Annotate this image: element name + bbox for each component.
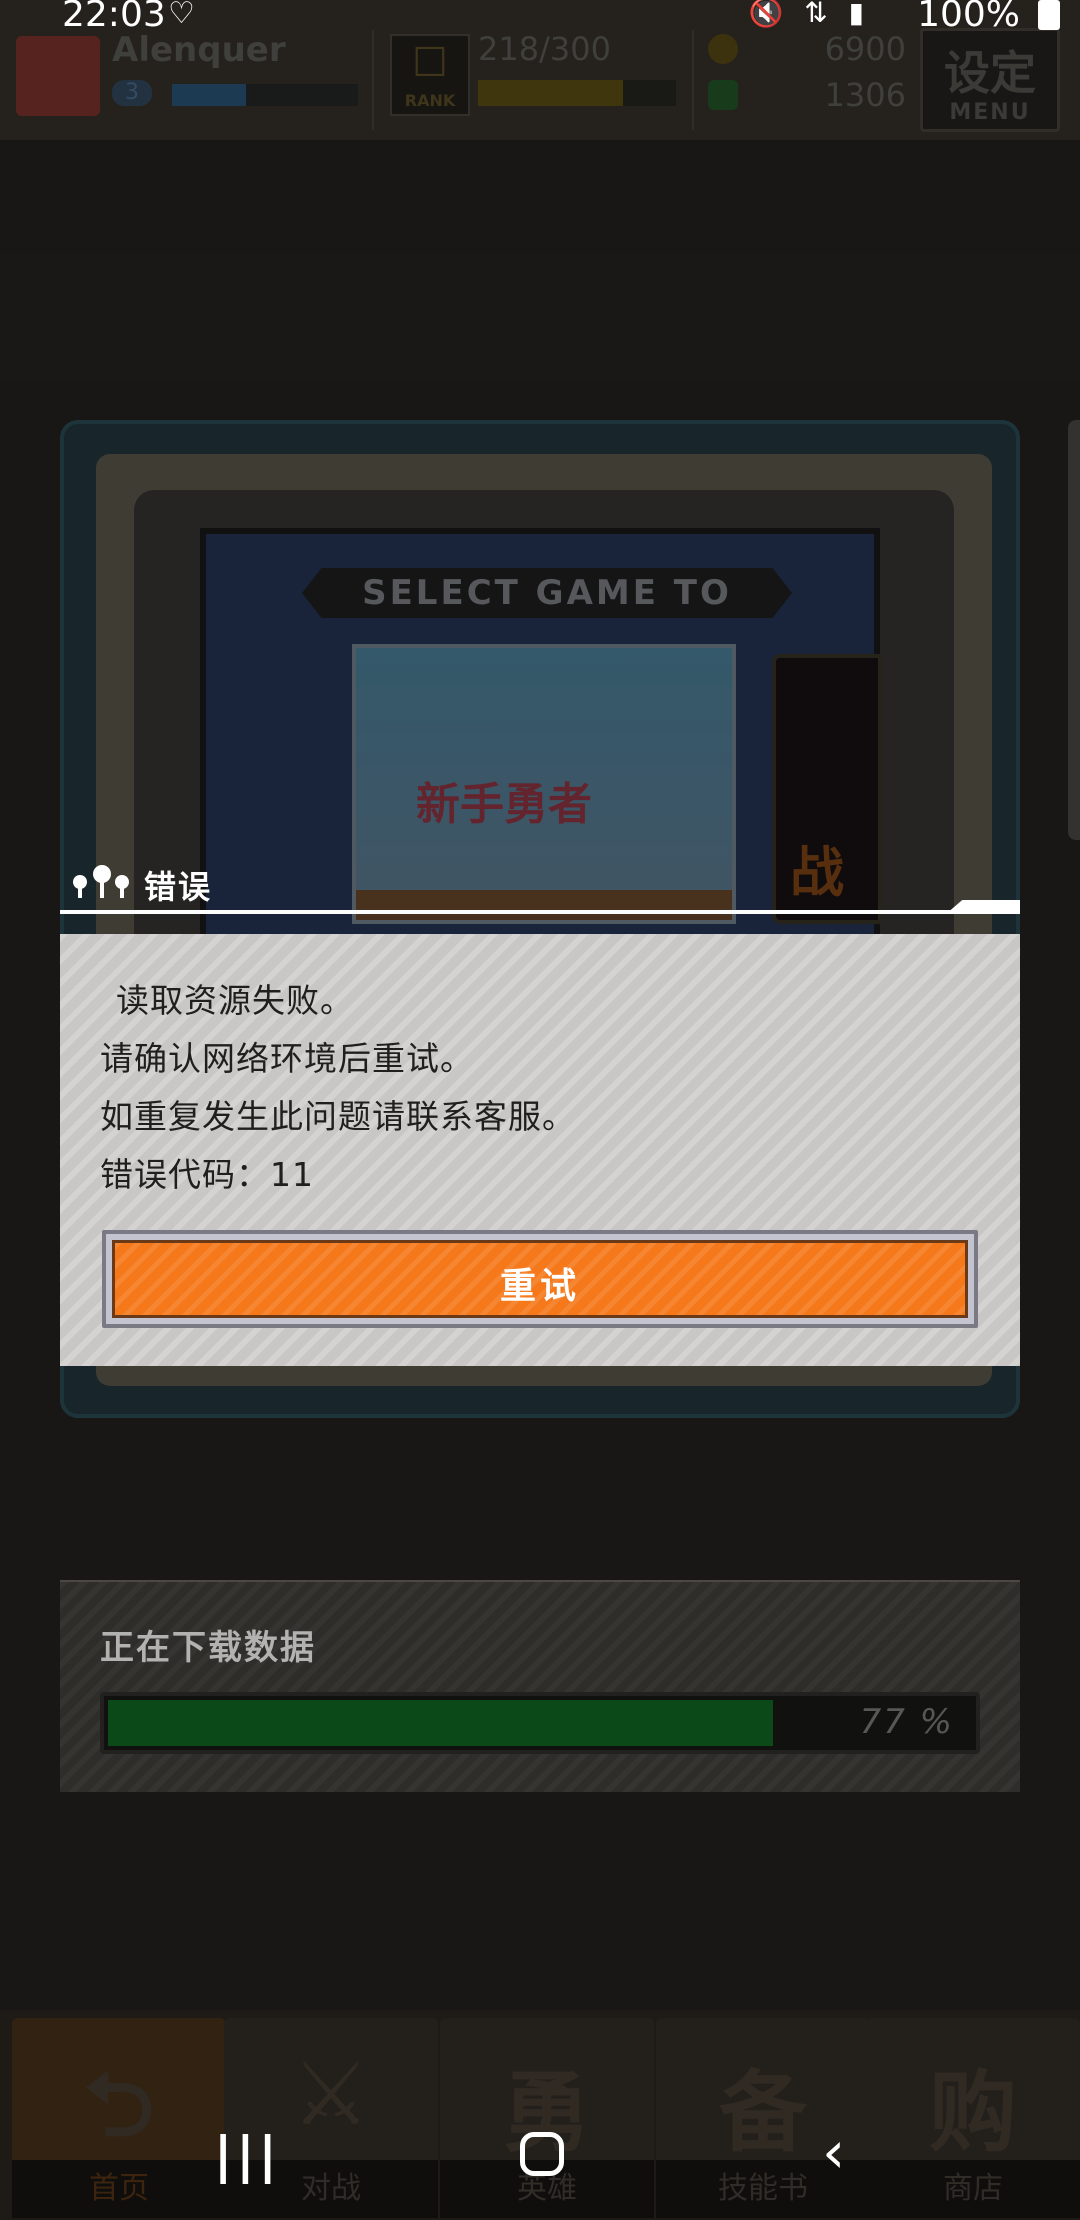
retry-button[interactable]: 重试 bbox=[102, 1230, 978, 1328]
status-bar: 22:03 ♡ 🔇 ⇅ ▮ 100% bbox=[0, 0, 1080, 35]
error-message-line: 如重复发生此问题请联系客服。 bbox=[100, 1097, 576, 1136]
home-button-icon[interactable] bbox=[520, 2132, 564, 2176]
retry-button-label: 重试 bbox=[499, 1266, 580, 1307]
status-time: 22:03 bbox=[62, 0, 166, 35]
retry-button-face: 重试 bbox=[112, 1240, 968, 1318]
recents-icon[interactable]: ||| bbox=[214, 2126, 281, 2184]
system-nav-bar: ||| ‹ bbox=[0, 2096, 1080, 2220]
error-dialog-header: 错误 bbox=[60, 852, 1020, 922]
dialog-header-tab bbox=[946, 900, 1020, 914]
error-dialog-body: 读取资源失败。 请确认网络环境后重试。 如重复发生此问题请联系客服。 错误代码：… bbox=[60, 934, 1020, 1366]
dialog-header-rule bbox=[60, 910, 1020, 914]
back-icon[interactable]: ‹ bbox=[822, 2118, 845, 2186]
battery-icon bbox=[1038, 0, 1060, 30]
error-dialog-title: 错误 bbox=[144, 868, 213, 906]
error-code-line: 错误代码：11 bbox=[100, 1155, 314, 1194]
notification-icon: ♡ bbox=[168, 0, 195, 31]
error-message-line: 读取资源失败。 bbox=[116, 981, 354, 1020]
battery-percent: 100% bbox=[917, 0, 1020, 35]
error-message-line: 请确认网络环境后重试。 bbox=[100, 1039, 474, 1078]
mute-network-signal-icons: 🔇 ⇅ ▮ bbox=[748, 0, 870, 29]
dots-icon bbox=[73, 865, 129, 898]
